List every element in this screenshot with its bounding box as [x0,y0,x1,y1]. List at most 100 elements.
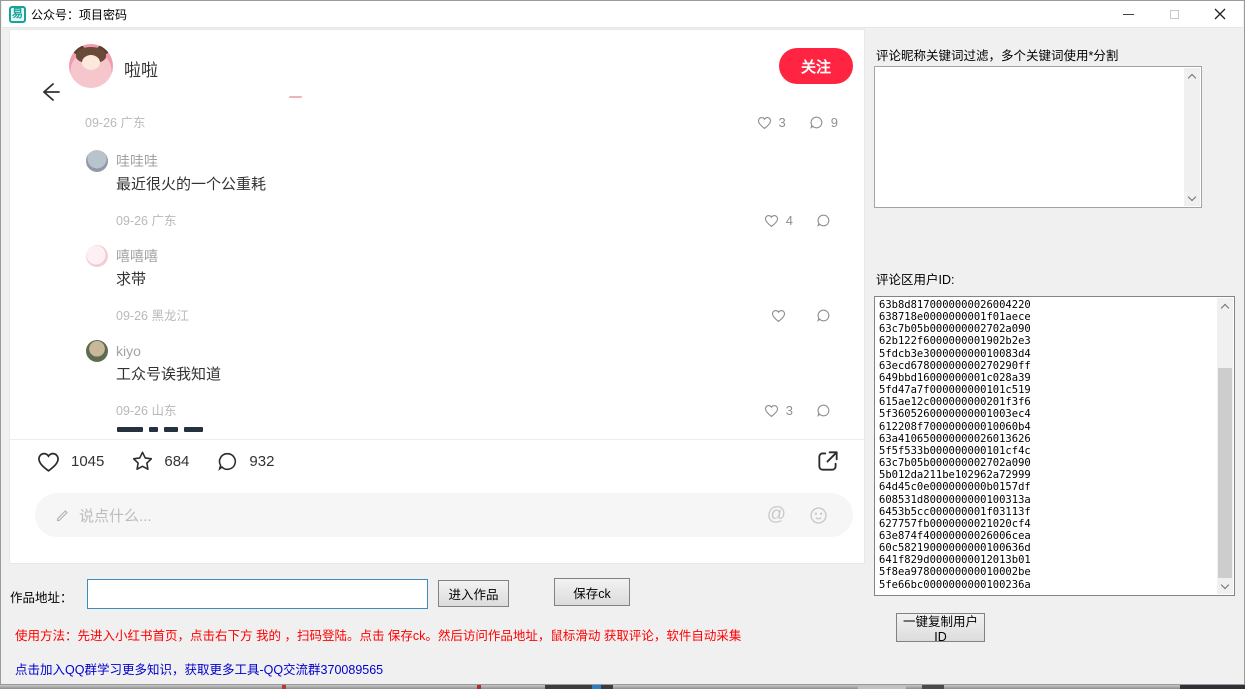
user-id-row[interactable]: 5f5f533b000000000101cf4c [879,445,1216,457]
chat-bubble-icon [815,212,832,229]
user-id-row[interactable]: 638718e0000000001f01aece [879,311,1216,323]
close-button[interactable] [1197,1,1243,27]
commenter-avatar[interactable] [86,150,108,172]
chat-bubble-icon [808,114,825,131]
enter-work-button[interactable]: 进入作品 [438,580,509,607]
user-id-row[interactable]: 60c58219000000000100636d [879,542,1216,554]
user-id-row[interactable]: 63ecd67800000000270290ff [879,360,1216,372]
user-id-row[interactable]: 612208f700000000010060b4 [879,421,1216,433]
comment-like-button[interactable]: 3 [763,402,793,419]
star-icon [130,449,155,474]
pencil-icon [55,507,71,523]
taskbar-fragment [922,685,944,689]
comment-reply-button[interactable] [815,212,838,229]
taskbar-fragment [1180,685,1245,689]
user-id-row[interactable]: 5b012da211be102962a72999 [879,469,1216,481]
comment-reply-button[interactable]: 9 [808,114,838,131]
filter-scrollbar[interactable] [1184,68,1200,206]
window-controls [1105,1,1243,27]
comment-like-count: 3 [786,403,793,419]
taskbar-fragment [592,685,601,689]
share-icon[interactable] [815,448,841,474]
user-id-row[interactable]: 64d45c0e000000000b0157df [879,481,1216,493]
commenter-avatar[interactable] [86,340,108,362]
user-id-row[interactable]: 6453b5cc000000001f03113f [879,506,1216,518]
comment-item: 嘻嘻嘻 求带 09-26 黑龙江 [86,245,838,324]
comment-input[interactable]: 说点什么... @ [35,493,853,537]
maximize-button[interactable] [1151,1,1197,27]
user-id-row[interactable]: 63c7b05b000000002702a090 [879,323,1216,335]
chat-bubble-icon [815,402,832,419]
user-id-row[interactable]: 5fdcb3e300000000010083d4 [879,348,1216,360]
user-id-row[interactable]: 627757fb0000000021020cf4 [879,518,1216,530]
user-id-listbox[interactable]: 63b8d8170000000026004220 638718e00000000… [874,296,1235,596]
user-id-row[interactable]: 63e874f40000000026006cea [879,530,1216,542]
like-button[interactable]: 1045 [35,448,104,475]
mention-icon[interactable]: @ [767,504,786,526]
note-stats-bar: 1045 684 932 [35,448,274,475]
emoji-icon[interactable] [808,505,829,526]
back-arrow-icon[interactable] [38,80,62,104]
maximize-icon [1170,10,1179,19]
embedded-browser-panel: 啦啦 关注 09-26 广东 3 9 [9,29,865,564]
comments-button[interactable]: 932 [215,449,274,474]
heart-icon [756,114,773,131]
user-id-row[interactable]: 641f829d0000000012013b01 [879,554,1216,566]
keyword-filter-label: 评论昵称关键词过滤，多个关键词使用*分割 [876,45,1118,64]
keyword-filter-textarea[interactable] [874,66,1202,208]
comment-like-count: 3 [779,115,786,131]
clipped-comment-fragment [117,427,209,439]
save-ck-button[interactable]: 保存ck [554,578,630,606]
user-id-row[interactable]: 608531d8000000000100313a [879,494,1216,506]
chevron-down-icon [1188,192,1196,200]
comment-text: 工众号诶我知道 [116,367,838,383]
commenter-avatar[interactable] [86,245,108,267]
user-id-row[interactable]: 63b8d8170000000026004220 [879,299,1216,311]
collect-count: 684 [164,453,189,470]
profile-avatar[interactable] [69,44,113,88]
comment-like-button[interactable] [770,307,793,324]
minimize-icon [1123,14,1134,15]
user-id-row[interactable]: 649bbd16000000001c028a39 [879,372,1216,384]
scroll-down-button[interactable] [1217,578,1233,594]
collect-button[interactable]: 684 [130,449,189,474]
minimize-button[interactable] [1105,1,1151,27]
commenter-name[interactable]: kiyo [116,343,141,359]
like-count: 1045 [71,453,104,470]
user-id-row[interactable]: 5f8ea97800000000010002be [879,566,1216,578]
user-id-list: 63b8d8170000000026004220 638718e00000000… [879,299,1216,594]
qq-group-link[interactable]: 点击加入QQ群学习更多知识，获取更多工具-QQ交流群370089565 [15,659,383,678]
user-id-row[interactable]: 5fe66bc0000000000100236a [879,579,1216,591]
copy-user-ids-button[interactable]: 一键复制用户ID [896,613,985,642]
heart-icon [763,402,780,419]
scrollbar-thumb[interactable] [1218,368,1232,578]
user-id-row[interactable]: 63a410650000000026013626 [879,433,1216,445]
user-id-row[interactable]: 62b122f6000000001902b2e3 [879,335,1216,347]
comment-reply-count: 9 [831,115,838,131]
user-id-row[interactable]: 5f3605260000000001003ec4 [879,408,1216,420]
comment-reply-button[interactable] [815,402,838,419]
commenter-name[interactable]: 哇哇哇 [116,151,158,171]
scroll-down-button[interactable] [1184,190,1200,206]
comment-reply-button[interactable] [815,307,838,324]
user-id-row[interactable]: 63c7b05b000000002702a090 [879,457,1216,469]
heart-icon [35,448,62,475]
user-id-scrollbar[interactable] [1217,298,1233,594]
scroll-up-button[interactable] [1217,298,1233,314]
user-id-row[interactable]: 615ae12c000000000201f3f6 [879,396,1216,408]
taskbar-sliver [0,685,1245,689]
comment-like-button[interactable]: 4 [763,212,793,229]
taskbar-fragment [282,685,286,689]
commenter-name[interactable]: 嘻嘻嘻 [116,246,158,266]
taskbar-fragment [545,685,613,689]
user-id-list-label: 评论区用户ID: [876,269,954,288]
follow-button[interactable]: 关注 [779,48,853,84]
comment-meta: 09-26 广东 [116,213,176,229]
user-id-row[interactable]: 5fd47a7f000000000101c519 [879,384,1216,396]
window-title: 公众号：项目密码 [31,6,127,23]
scroll-up-button[interactable] [1184,68,1200,84]
chevron-up-icon [1188,73,1196,81]
comment-like-button[interactable]: 3 [756,114,786,131]
comment-meta: 09-26 广东 [85,115,145,131]
work-address-input[interactable] [87,579,428,609]
